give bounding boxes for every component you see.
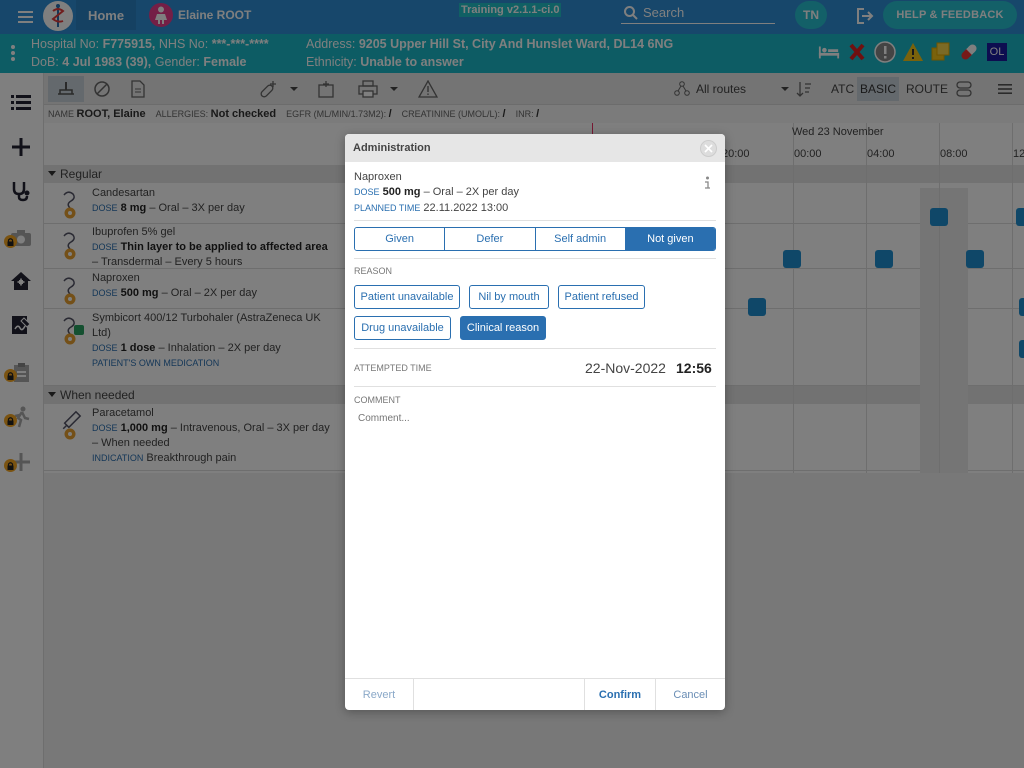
administration-dialog: Administration Naproxen DOSE 500 mg – Or… [345,134,725,710]
comment-label: COMMENT [354,395,401,405]
dialog-dose: DOSE 500 mg – Oral – 2X per day [354,186,519,198]
dialog-footer: Revert Confirm Cancel [345,678,725,710]
attempted-date[interactable]: 22-Nov-2022 [585,360,666,376]
tab-given[interactable]: Given [355,228,446,250]
dialog-title: Administration [345,134,725,162]
reason-nil-by-mouth[interactable]: Nil by mouth [469,285,549,309]
reason-patient-refused[interactable]: Patient refused [558,285,645,309]
tab-defer[interactable]: Defer [445,228,536,250]
reason-clinical-reason[interactable]: Clinical reason [460,316,546,340]
dose-label: DOSE [354,187,380,197]
attempted-time-label: ATTEMPTED TIME [354,363,432,373]
divider [354,258,716,259]
close-icon[interactable] [700,140,717,157]
cancel-button[interactable]: Cancel [656,679,725,710]
confirm-button[interactable]: Confirm [585,679,655,710]
comment-input[interactable] [358,413,708,424]
outcome-segmented-control: Given Defer Self admin Not given [354,227,716,251]
planned-time-label: PLANNED TIME [354,203,421,213]
tab-self-admin[interactable]: Self admin [535,228,626,250]
dose-value: 500 mg [382,186,421,198]
divider [354,348,716,349]
attempted-time[interactable]: 12:56 [676,360,712,376]
reason-label: REASON [354,266,393,276]
dialog-planned-time: PLANNED TIME 22.11.2022 13:00 [354,202,508,214]
tab-not-given[interactable]: Not given [625,228,715,250]
dose-details: – Oral – 2X per day [423,186,519,198]
reason-patient-unavailable[interactable]: Patient unavailable [354,285,460,309]
info-icon[interactable] [703,176,711,190]
reason-drug-unavailable[interactable]: Drug unavailable [354,316,451,340]
divider [413,679,414,710]
divider [354,386,716,387]
dialog-drug-name: Naproxen [354,171,402,183]
planned-time-value: 22.11.2022 13:00 [423,202,509,214]
revert-button[interactable]: Revert [345,679,413,710]
divider [354,220,716,221]
